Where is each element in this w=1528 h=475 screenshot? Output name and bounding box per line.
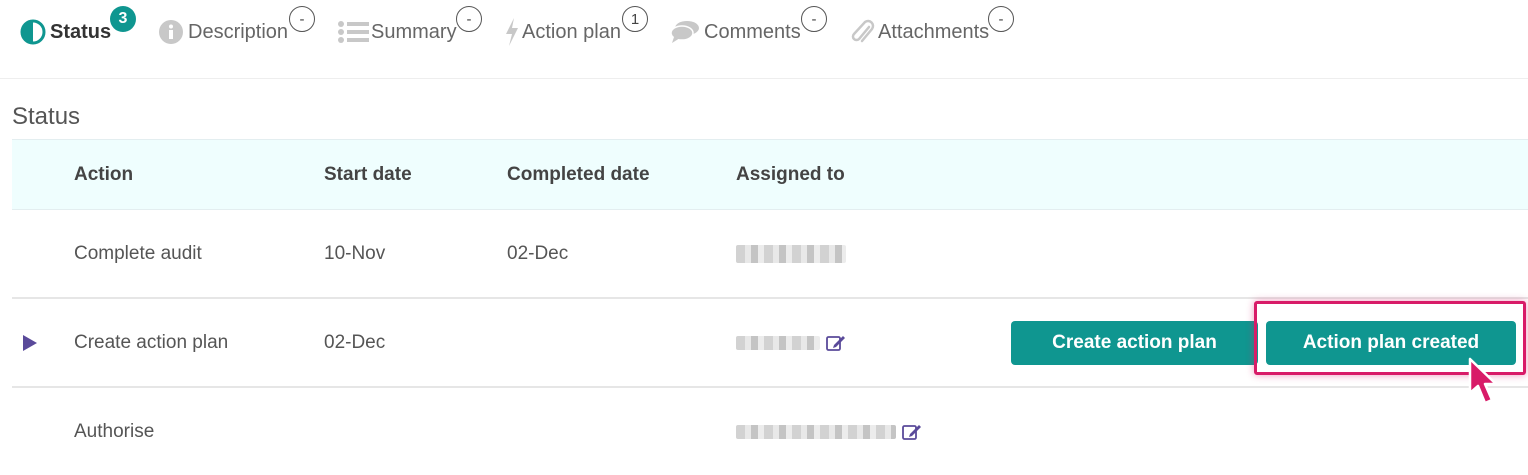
- tab-label: Status: [50, 20, 112, 43]
- column-header-action: Action: [74, 163, 134, 185]
- list-icon: [337, 19, 369, 45]
- tab-description[interactable]: Description: [158, 0, 288, 64]
- column-header-completed-date: Completed date: [507, 163, 650, 185]
- info-icon: [158, 19, 184, 45]
- table-row: Authorise: [12, 388, 1528, 475]
- section-title: Status: [12, 103, 81, 130]
- half-circle-icon: [20, 19, 46, 45]
- tab-label: Summary: [371, 20, 457, 43]
- comments-icon: [670, 19, 700, 45]
- table-row: Complete audit 10-Nov 02-Dec: [12, 210, 1528, 299]
- lightning-icon: [504, 17, 520, 47]
- status-count-badge: 3: [110, 6, 136, 32]
- tab-attachments[interactable]: Attachments: [850, 0, 989, 64]
- completed-date-cell: 02-Dec: [507, 242, 569, 264]
- paperclip-icon: [850, 18, 876, 46]
- tab-label: Description: [188, 20, 289, 43]
- attachments-count-badge: -: [988, 6, 1014, 32]
- action-cell: Complete audit: [74, 242, 202, 264]
- table-header: Action Start date Completed date Assigne…: [12, 139, 1528, 210]
- action-plan-count-badge: 1: [622, 6, 648, 32]
- action-cell: Create action plan: [74, 331, 229, 353]
- tab-summary[interactable]: Summary: [337, 0, 457, 64]
- column-header-start-date: Start date: [324, 163, 412, 185]
- tab-action-plan[interactable]: Action plan: [504, 0, 621, 64]
- tab-comments[interactable]: Comments: [670, 0, 801, 64]
- tab-label: Action plan: [522, 20, 621, 43]
- tab-label: Attachments: [878, 20, 990, 43]
- current-row-marker-icon: [22, 299, 38, 386]
- assigned-to-cell: [736, 210, 846, 297]
- edit-icon[interactable]: [902, 423, 922, 441]
- tab-label: Comments: [704, 20, 801, 43]
- assigned-to-cell: [736, 299, 846, 386]
- tab-status[interactable]: Status: [20, 0, 111, 64]
- action-cell: Authorise: [74, 420, 155, 442]
- mouse-pointer-icon: [1467, 357, 1501, 414]
- start-date-cell: 10-Nov: [324, 242, 386, 264]
- redacted-name: [736, 424, 896, 439]
- start-date-cell: 02-Dec: [324, 331, 386, 353]
- tab-bar: Status 3 Description - Summary - Action …: [0, 0, 1528, 79]
- redacted-name: [736, 335, 820, 350]
- create-action-plan-button[interactable]: Create action plan: [1011, 321, 1258, 365]
- comments-count-badge: -: [801, 6, 827, 32]
- redacted-name: [736, 244, 846, 263]
- assigned-to-cell: [736, 388, 922, 475]
- column-header-assigned-to: Assigned to: [736, 163, 845, 185]
- description-count-badge: -: [289, 6, 315, 32]
- edit-icon[interactable]: [826, 334, 846, 352]
- summary-count-badge: -: [456, 6, 482, 32]
